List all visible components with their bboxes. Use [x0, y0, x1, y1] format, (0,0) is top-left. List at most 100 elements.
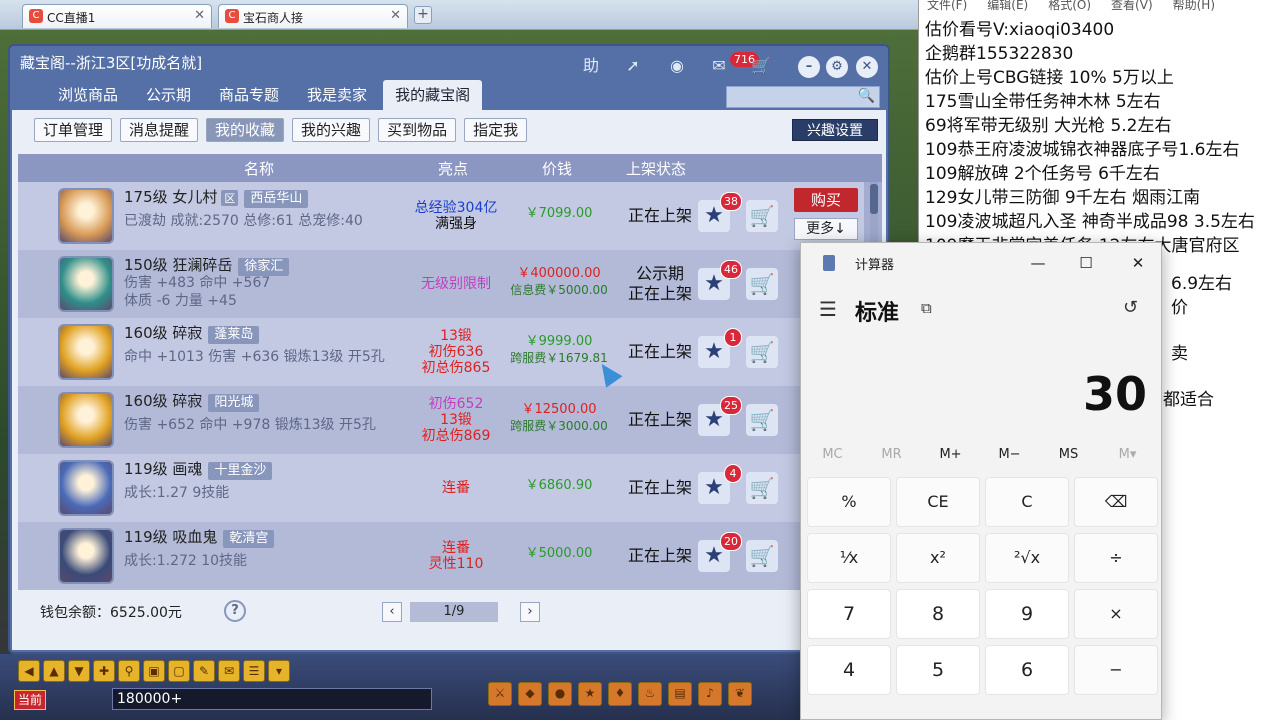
help-icon[interactable]: ? — [224, 600, 246, 622]
close-button[interactable]: ✕ — [856, 56, 878, 78]
scrollbar-thumb[interactable] — [870, 184, 878, 214]
subtab-designated[interactable]: 指定我 — [464, 118, 528, 142]
menu-help[interactable]: 帮助(H) — [1173, 0, 1215, 14]
calc-key[interactable]: ¹⁄x — [807, 533, 891, 583]
calc-key[interactable]: ÷ — [1074, 533, 1158, 583]
chest-icon[interactable]: ◆ — [518, 682, 542, 706]
lantern-icon[interactable]: ♨ — [638, 682, 662, 706]
menu-format[interactable]: 格式(O) — [1048, 0, 1091, 14]
bag-icon[interactable]: ♦ — [608, 682, 632, 706]
table-row[interactable]: 175级 女儿村区西岳华山 已渡劫 成就:2570 总修:61 总宠修:40 总经验… — [18, 182, 864, 250]
browser-tab[interactable]: C CC直播1 ✕ — [22, 4, 212, 28]
share-icon[interactable]: ➚ — [618, 54, 648, 78]
favorite-star-button[interactable]: ★ 4 — [698, 464, 742, 504]
calc-key[interactable]: 7 — [807, 589, 891, 639]
memory-button[interactable]: MC — [803, 447, 862, 462]
favorite-star-button[interactable]: ★ 25 — [698, 396, 742, 436]
calc-key[interactable]: C — [985, 477, 1069, 527]
cart-icon[interactable]: 🛒 — [746, 54, 776, 78]
table-row[interactable]: 150级 狂澜碎岳 徐家汇 伤害 +483 命中 +567 体质 -6 力量 +45 无… — [18, 250, 864, 318]
subtab-favorites[interactable]: 我的收藏 — [206, 118, 285, 142]
chat-input[interactable]: 180000+ — [112, 688, 432, 710]
calc-key[interactable]: 6 — [985, 645, 1069, 695]
close-button[interactable]: ✕ — [1123, 251, 1153, 275]
bell-icon[interactable]: ♪ — [698, 682, 722, 706]
maximize-button[interactable]: ☐ — [1071, 251, 1101, 275]
add-to-cart-button[interactable]: 🛒 — [746, 472, 778, 504]
add-to-cart-button[interactable]: 🛒 — [746, 540, 778, 572]
calc-key[interactable]: 8 — [896, 589, 980, 639]
calc-key[interactable]: % — [807, 477, 891, 527]
add-to-cart-button[interactable]: 🛒 — [746, 200, 778, 232]
hamburger-menu-icon[interactable]: ☰ — [819, 297, 837, 321]
search-input[interactable]: 🔍 — [726, 86, 880, 108]
memory-button[interactable]: MS — [1039, 447, 1098, 462]
browser-tab[interactable]: C 宝石商人接 ✕ — [218, 4, 408, 28]
calc-key[interactable]: ²√x — [985, 533, 1069, 583]
calc-key[interactable]: 9 — [985, 589, 1069, 639]
subtab-orders[interactable]: 订单管理 — [34, 118, 113, 142]
chat-channel[interactable]: 当前 — [14, 690, 47, 710]
calc-key[interactable]: 4 — [807, 645, 891, 695]
interest-settings-button[interactable]: 兴趣设置 — [792, 119, 878, 141]
brush-icon[interactable]: ✎ — [193, 660, 215, 682]
add-to-cart-button[interactable]: 🛒 — [746, 404, 778, 436]
next-page-button[interactable]: › — [520, 602, 540, 622]
ball-icon[interactable]: ● — [548, 682, 572, 706]
tab-seller[interactable]: 我是卖家 — [295, 80, 379, 110]
list-icon[interactable]: ☰ — [243, 660, 265, 682]
favorite-star-button[interactable]: ★ 20 — [698, 532, 742, 572]
memory-button[interactable]: M+ — [921, 447, 980, 462]
minimize-button[interactable]: — — [1023, 251, 1053, 275]
favorite-star-button[interactable]: ★ 38 — [698, 192, 742, 232]
calc-key[interactable]: − — [1074, 645, 1158, 695]
search-icon[interactable]: 🔍 — [858, 88, 875, 104]
sword-icon[interactable]: ⚔ — [488, 682, 512, 706]
favorite-star-button[interactable]: ★ 1 — [698, 328, 742, 368]
calc-key[interactable]: × — [1074, 589, 1158, 639]
peach-icon[interactable]: ❦ — [728, 682, 752, 706]
history-icon[interactable]: ↺ — [1123, 297, 1138, 318]
dropdown-icon[interactable]: ▾ — [268, 660, 290, 682]
menu-view[interactable]: 查看(V) — [1111, 0, 1153, 14]
table-row[interactable]: 160级 碎寂 阳光城 伤害 +652 命中 +978 锻炼13级 开5孔 初伤652… — [18, 386, 864, 454]
more-button[interactable]: 更多↓ — [794, 218, 858, 240]
close-icon[interactable]: ✕ — [194, 8, 205, 23]
table-row[interactable]: 119级 画魂 十里金沙 成长:1.27 9技能 连番 ￥6860.90 正在上架 ★ 4 🛒 — [18, 454, 864, 522]
star-icon[interactable]: ★ — [578, 682, 602, 706]
menu-file[interactable]: 文件(F) — [927, 0, 967, 14]
tab-topics[interactable]: 商品专题 — [207, 80, 291, 110]
search-icon[interactable]: ⚲ — [118, 660, 140, 682]
menu-edit[interactable]: 编辑(E) — [987, 0, 1028, 14]
add-to-cart-button[interactable]: 🛒 — [746, 268, 778, 300]
calc-key[interactable]: CE — [896, 477, 980, 527]
calc-key[interactable]: 5 — [896, 645, 980, 695]
settings-button[interactable]: ⚙ — [826, 56, 848, 78]
prev-page-button[interactable]: ‹ — [382, 602, 402, 622]
help-button[interactable]: 助 — [576, 54, 606, 78]
table-row[interactable]: 160级 碎寂 蓬莱岛 命中 +1013 伤害 +636 锻炼13级 开5孔 13锻初… — [18, 318, 864, 386]
arrow-left-icon[interactable]: ◀ — [18, 660, 40, 682]
subtab-messages[interactable]: 消息提醒 — [120, 118, 199, 142]
close-icon[interactable]: ✕ — [390, 8, 401, 23]
tab-browse[interactable]: 浏览商品 — [46, 80, 130, 110]
subtab-purchased[interactable]: 买到物品 — [378, 118, 457, 142]
tab-my-pavilion[interactable]: 我的藏宝阁 — [383, 80, 483, 110]
unlock-icon[interactable]: ▢ — [168, 660, 190, 682]
arrow-down-icon[interactable]: ▼ — [68, 660, 90, 682]
subtab-interests[interactable]: 我的兴趣 — [292, 118, 371, 142]
calc-key[interactable]: ⌫ — [1074, 477, 1158, 527]
book-icon[interactable]: ▤ — [668, 682, 692, 706]
minimize-button[interactable]: – — [798, 56, 820, 78]
lock-icon[interactable]: ▣ — [143, 660, 165, 682]
stop-icon[interactable]: ◉ — [662, 54, 692, 78]
keep-on-top-icon[interactable]: ⧉ — [921, 299, 932, 317]
table-row[interactable]: 119级 吸血鬼 乾清宫 成长:1.272 10技能 连番 灵性110 ￥5000.00 正… — [18, 522, 864, 590]
move-icon[interactable]: ✚ — [93, 660, 115, 682]
buy-button[interactable]: 购买 — [794, 188, 858, 212]
favorite-star-button[interactable]: ★ 46 — [698, 260, 742, 300]
tab-public[interactable]: 公示期 — [134, 80, 203, 110]
arrow-up-icon[interactable]: ▲ — [43, 660, 65, 682]
memory-button[interactable]: M− — [980, 447, 1039, 462]
new-tab-button[interactable]: + — [414, 6, 432, 24]
